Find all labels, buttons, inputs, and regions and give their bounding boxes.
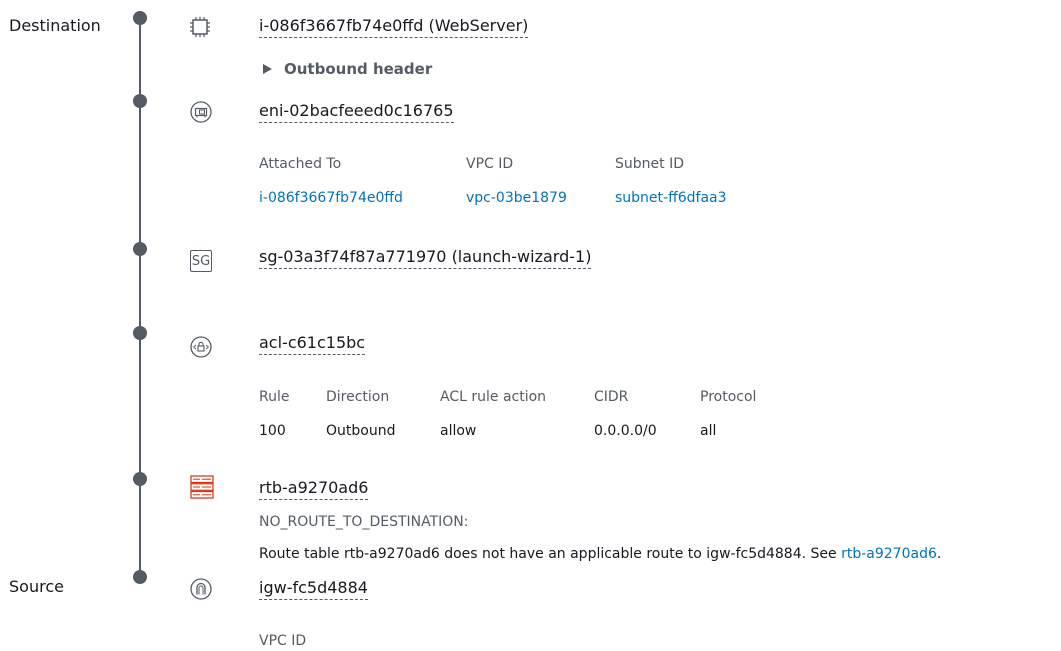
rtb-error-message-text: Route table rtb-a9270ad6 does not have a… — [259, 546, 842, 562]
rtb-error-link[interactable]: rtb-a9270ad6 — [841, 546, 937, 562]
acl-value-rule: 100 — [259, 423, 286, 439]
caret-right-icon — [263, 64, 272, 74]
route-table-icon — [190, 475, 214, 499]
security-group-icon: SG — [190, 250, 212, 272]
network-acl-icon — [190, 336, 212, 358]
eni-subnet-id-link[interactable]: subnet-ff6dfaa3 — [615, 190, 727, 206]
chip-icon — [190, 17, 210, 37]
step-dot-acl — [133, 326, 147, 340]
network-interface-icon — [190, 101, 212, 123]
acl-header-protocol: Protocol — [700, 389, 757, 405]
acl-header-rule-action: ACL rule action — [440, 389, 547, 405]
eni-header-subnet-id: Subnet ID — [615, 156, 684, 172]
step-dot-instance — [133, 11, 147, 25]
rtb-error-message: Route table rtb-a9270ad6 does not have a… — [259, 546, 941, 562]
outbound-header-label: Outbound header — [284, 60, 433, 78]
eni-header-vpc-id: VPC ID — [466, 156, 514, 172]
outbound-header-toggle[interactable]: Outbound header — [263, 60, 432, 78]
acl-header-cidr: CIDR — [594, 389, 629, 405]
eni-header-attached-to: Attached To — [259, 156, 342, 172]
acl-header-direction: Direction — [326, 389, 390, 405]
rtb-error-message-suffix: . — [936, 546, 942, 562]
acl-header-rule: Rule — [259, 389, 290, 405]
acl-value-rule-action: allow — [440, 423, 477, 439]
step-dot-igw — [133, 570, 147, 584]
step-dot-rtb — [133, 472, 147, 486]
rtb-error-code: NO_ROUTE_TO_DESTINATION: — [259, 514, 469, 530]
eni-vpc-id-link[interactable]: vpc-03be1879 — [466, 190, 567, 206]
internet-gateway-icon — [190, 578, 212, 600]
step-dot-sg — [133, 242, 147, 256]
acl-title[interactable]: acl-c61c15bc — [259, 333, 366, 355]
sg-title[interactable]: sg-03a3f74f87a771970 (launch-wizard-1) — [259, 247, 592, 269]
destination-label: Destination — [9, 16, 101, 35]
source-label: Source — [9, 577, 64, 596]
acl-value-cidr: 0.0.0.0/0 — [594, 423, 657, 439]
instance-title[interactable]: i-086f3667fb74e0ffd (WebServer) — [259, 16, 529, 38]
rtb-title[interactable]: rtb-a9270ad6 — [259, 478, 369, 500]
step-dot-eni — [133, 94, 147, 108]
igw-title[interactable]: igw-fc5d4884 — [259, 578, 368, 600]
acl-value-direction: Outbound — [326, 423, 396, 439]
acl-value-protocol: all — [700, 423, 717, 439]
igw-header-vpc-id: VPC ID — [259, 633, 307, 649]
eni-attached-to-link[interactable]: i-086f3667fb74e0ffd — [259, 190, 403, 206]
eni-title[interactable]: eni-02bacfeeed0c16765 — [259, 101, 454, 123]
